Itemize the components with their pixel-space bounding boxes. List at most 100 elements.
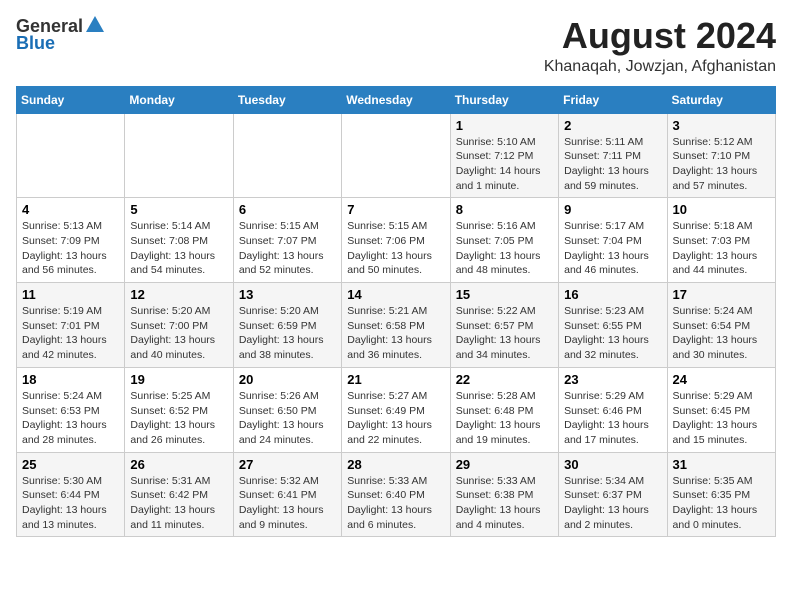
day-number: 7 — [347, 202, 444, 217]
day-number: 21 — [347, 372, 444, 387]
day-number: 28 — [347, 457, 444, 472]
calendar-cell: 12Sunrise: 5:20 AM Sunset: 7:00 PM Dayli… — [125, 283, 233, 368]
day-number: 13 — [239, 287, 336, 302]
day-info: Sunrise: 5:33 AM Sunset: 6:40 PM Dayligh… — [347, 474, 444, 533]
calendar-cell: 20Sunrise: 5:26 AM Sunset: 6:50 PM Dayli… — [233, 367, 341, 452]
day-info: Sunrise: 5:16 AM Sunset: 7:05 PM Dayligh… — [456, 219, 553, 278]
calendar-week-row: 11 Sunrise: 5:19 AM Sunset: 7:01 PM Dayli… — [17, 283, 776, 368]
calendar-cell: 2 Sunrise: 5:11 AM Sunset: 7:11 PM Daylig… — [559, 113, 667, 198]
day-number: 16 — [564, 287, 661, 302]
day-info: Sunrise: 5:13 AM Sunset: 7:09 PM Dayligh… — [22, 219, 119, 278]
column-header-wednesday: Wednesday — [342, 86, 450, 113]
calendar-cell: 5 Sunrise: 5:14 AM Sunset: 7:08 PM Daylig… — [125, 198, 233, 283]
calendar-cell: 25 Sunrise: 5:30 AM Sunset: 6:44 PM Dayli… — [17, 452, 125, 537]
logo: General Blue — [16, 16, 106, 54]
day-info: Sunrise: 5:25 AM Sunset: 6:52 PM Dayligh… — [130, 389, 227, 448]
day-info: Sunrise: 5:10 AM Sunset: 7:12 PM Dayligh… — [456, 135, 553, 194]
calendar-cell: 21 Sunrise: 5:27 AM Sunset: 6:49 PM Dayli… — [342, 367, 450, 452]
calendar-week-row: 1 Sunrise: 5:10 AM Sunset: 7:12 PM Daylig… — [17, 113, 776, 198]
day-info: Sunrise: 5:28 AM Sunset: 6:48 PM Dayligh… — [456, 389, 553, 448]
day-info: Sunrise: 5:34 AM Sunset: 6:37 PM Dayligh… — [564, 474, 661, 533]
logo-blue-text: Blue — [16, 33, 55, 54]
day-info: Sunrise: 5:11 AM Sunset: 7:11 PM Dayligh… — [564, 135, 661, 194]
day-number: 31 — [673, 457, 770, 472]
calendar-cell: 28 Sunrise: 5:33 AM Sunset: 6:40 PM Dayli… — [342, 452, 450, 537]
day-number: 11 — [22, 287, 119, 302]
day-info: Sunrise: 5:26 AM Sunset: 6:50 PM Dayligh… — [239, 389, 336, 448]
day-info: Sunrise: 5:23 AM Sunset: 6:55 PM Dayligh… — [564, 304, 661, 363]
calendar-cell — [125, 113, 233, 198]
calendar-cell: 3 Sunrise: 5:12 AM Sunset: 7:10 PM Daylig… — [667, 113, 775, 198]
day-info: Sunrise: 5:33 AM Sunset: 6:38 PM Dayligh… — [456, 474, 553, 533]
column-header-sunday: Sunday — [17, 86, 125, 113]
calendar-cell: 1 Sunrise: 5:10 AM Sunset: 7:12 PM Daylig… — [450, 113, 558, 198]
day-number: 6 — [239, 202, 336, 217]
day-info: Sunrise: 5:29 AM Sunset: 6:45 PM Dayligh… — [673, 389, 770, 448]
calendar-cell: 8 Sunrise: 5:16 AM Sunset: 7:05 PM Daylig… — [450, 198, 558, 283]
calendar-cell: 26 Sunrise: 5:31 AM Sunset: 6:42 PM Dayli… — [125, 452, 233, 537]
day-number: 1 — [456, 118, 553, 133]
day-number: 22 — [456, 372, 553, 387]
column-header-saturday: Saturday — [667, 86, 775, 113]
day-info: Sunrise: 5:17 AM Sunset: 7:04 PM Dayligh… — [564, 219, 661, 278]
day-number: 15 — [456, 287, 553, 302]
day-number: 2 — [564, 118, 661, 133]
day-info: Sunrise: 5:15 AM Sunset: 7:06 PM Dayligh… — [347, 219, 444, 278]
day-number: 3 — [673, 118, 770, 133]
day-number: 25 — [22, 457, 119, 472]
day-info: Sunrise: 5:19 AM Sunset: 7:01 PM Dayligh… — [22, 304, 119, 363]
day-info: Sunrise: 5:27 AM Sunset: 6:49 PM Dayligh… — [347, 389, 444, 448]
calendar-cell: 22 Sunrise: 5:28 AM Sunset: 6:48 PM Dayli… — [450, 367, 558, 452]
day-number: 26 — [130, 457, 227, 472]
calendar-cell — [233, 113, 341, 198]
calendar-table: SundayMondayTuesdayWednesdayThursdayFrid… — [16, 86, 776, 538]
calendar-cell — [17, 113, 125, 198]
calendar-cell: 10Sunrise: 5:18 AM Sunset: 7:03 PM Dayli… — [667, 198, 775, 283]
day-info: Sunrise: 5:29 AM Sunset: 6:46 PM Dayligh… — [564, 389, 661, 448]
page-title: August 2024 — [544, 16, 776, 56]
column-header-tuesday: Tuesday — [233, 86, 341, 113]
day-info: Sunrise: 5:14 AM Sunset: 7:08 PM Dayligh… — [130, 219, 227, 278]
column-header-monday: Monday — [125, 86, 233, 113]
calendar-cell: 19 Sunrise: 5:25 AM Sunset: 6:52 PM Dayli… — [125, 367, 233, 452]
calendar-cell: 6 Sunrise: 5:15 AM Sunset: 7:07 PM Daylig… — [233, 198, 341, 283]
day-info: Sunrise: 5:30 AM Sunset: 6:44 PM Dayligh… — [22, 474, 119, 533]
day-info: Sunrise: 5:20 AM Sunset: 6:59 PM Dayligh… — [239, 304, 336, 363]
calendar-cell: 14Sunrise: 5:21 AM Sunset: 6:58 PM Dayli… — [342, 283, 450, 368]
calendar-cell: 16 Sunrise: 5:23 AM Sunset: 6:55 PM Dayli… — [559, 283, 667, 368]
day-info: Sunrise: 5:31 AM Sunset: 6:42 PM Dayligh… — [130, 474, 227, 533]
day-info: Sunrise: 5:20 AM Sunset: 7:00 PM Dayligh… — [130, 304, 227, 363]
page-subtitle: Khanaqah, Jowzjan, Afghanistan — [544, 58, 776, 76]
calendar-cell: 23 Sunrise: 5:29 AM Sunset: 6:46 PM Dayli… — [559, 367, 667, 452]
day-number: 23 — [564, 372, 661, 387]
calendar-week-row: 4 Sunrise: 5:13 AM Sunset: 7:09 PM Daylig… — [17, 198, 776, 283]
column-header-thursday: Thursday — [450, 86, 558, 113]
calendar-cell: 18Sunrise: 5:24 AM Sunset: 6:53 PM Dayli… — [17, 367, 125, 452]
calendar-cell: 27 Sunrise: 5:32 AM Sunset: 6:41 PM Dayli… — [233, 452, 341, 537]
day-number: 19 — [130, 372, 227, 387]
day-number: 17 — [673, 287, 770, 302]
day-info: Sunrise: 5:24 AM Sunset: 6:54 PM Dayligh… — [673, 304, 770, 363]
calendar-cell: 30 Sunrise: 5:34 AM Sunset: 6:37 PM Dayli… — [559, 452, 667, 537]
calendar-cell: 31Sunrise: 5:35 AM Sunset: 6:35 PM Dayli… — [667, 452, 775, 537]
calendar-cell: 9Sunrise: 5:17 AM Sunset: 7:04 PM Daylig… — [559, 198, 667, 283]
calendar-cell: 13 Sunrise: 5:20 AM Sunset: 6:59 PM Dayli… — [233, 283, 341, 368]
day-number: 4 — [22, 202, 119, 217]
day-number: 27 — [239, 457, 336, 472]
day-number: 8 — [456, 202, 553, 217]
day-info: Sunrise: 5:12 AM Sunset: 7:10 PM Dayligh… — [673, 135, 770, 194]
day-info: Sunrise: 5:15 AM Sunset: 7:07 PM Dayligh… — [239, 219, 336, 278]
day-number: 30 — [564, 457, 661, 472]
calendar-cell: 15Sunrise: 5:22 AM Sunset: 6:57 PM Dayli… — [450, 283, 558, 368]
day-info: Sunrise: 5:21 AM Sunset: 6:58 PM Dayligh… — [347, 304, 444, 363]
day-number: 24 — [673, 372, 770, 387]
calendar-cell — [342, 113, 450, 198]
day-number: 5 — [130, 202, 227, 217]
calendar-week-row: 25 Sunrise: 5:30 AM Sunset: 6:44 PM Dayli… — [17, 452, 776, 537]
day-info: Sunrise: 5:18 AM Sunset: 7:03 PM Dayligh… — [673, 219, 770, 278]
calendar-cell: 17 Sunrise: 5:24 AM Sunset: 6:54 PM Dayli… — [667, 283, 775, 368]
calendar-cell: 4 Sunrise: 5:13 AM Sunset: 7:09 PM Daylig… — [17, 198, 125, 283]
calendar-cell: 7 Sunrise: 5:15 AM Sunset: 7:06 PM Daylig… — [342, 198, 450, 283]
calendar-week-row: 18Sunrise: 5:24 AM Sunset: 6:53 PM Dayli… — [17, 367, 776, 452]
day-info: Sunrise: 5:32 AM Sunset: 6:41 PM Dayligh… — [239, 474, 336, 533]
